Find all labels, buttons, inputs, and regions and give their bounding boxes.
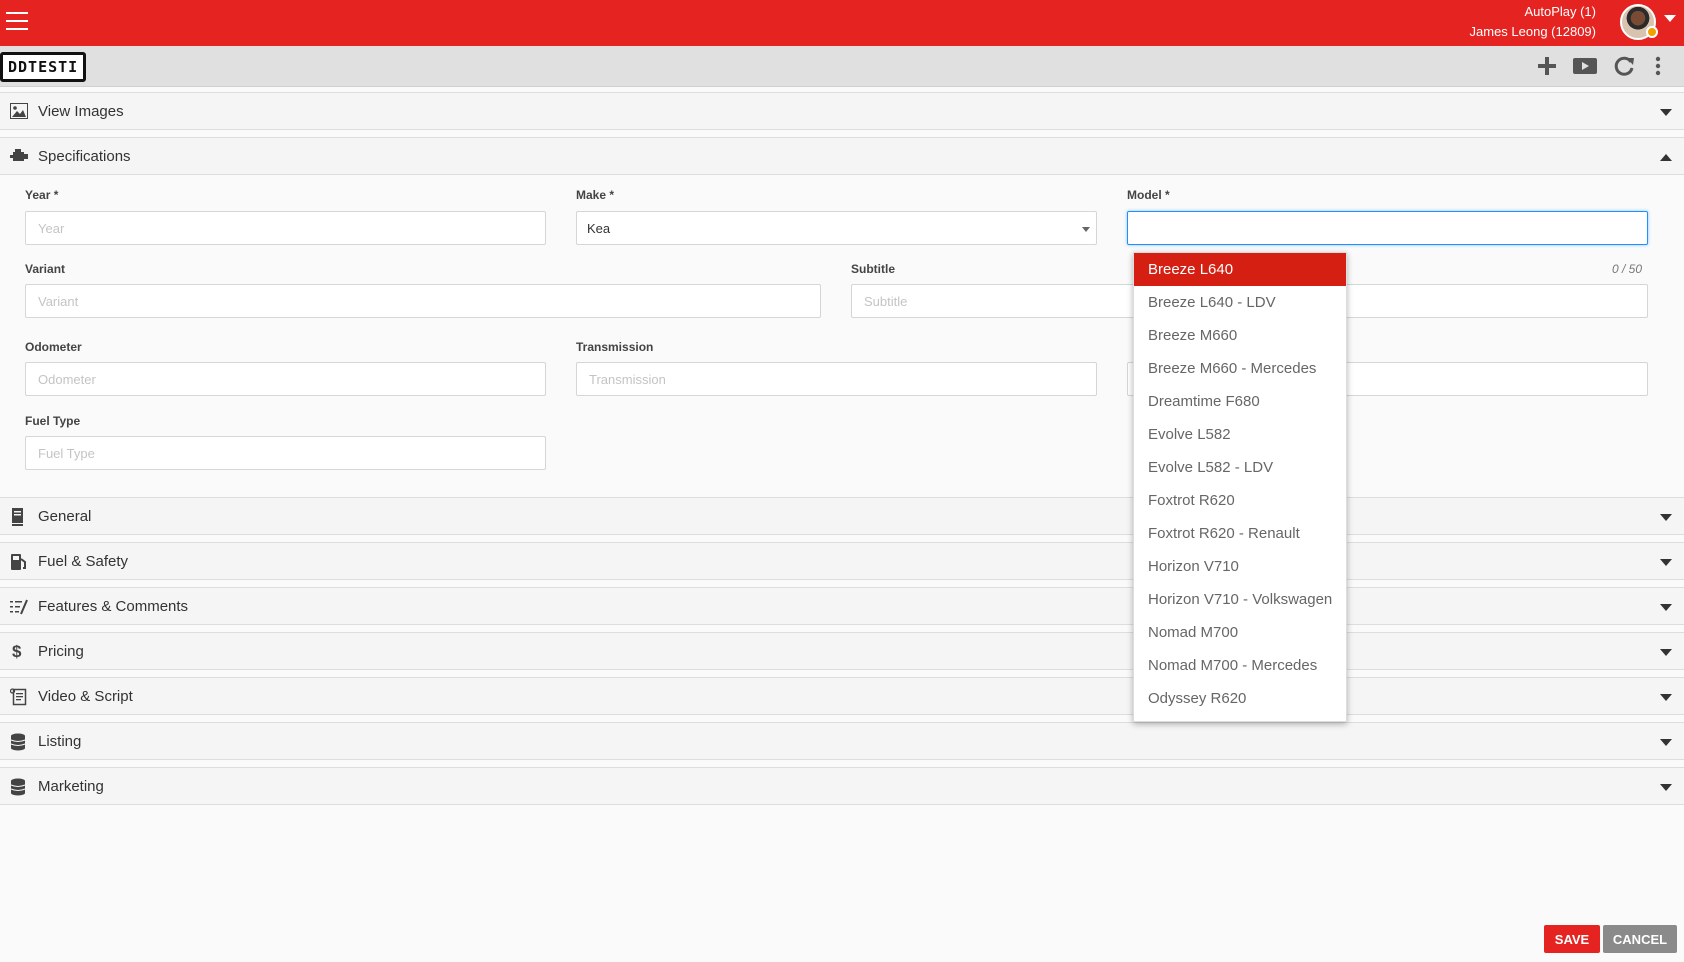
panel-video-script[interactable]: Video & Script — [0, 677, 1684, 715]
panel-title: Marketing — [38, 778, 104, 795]
subtitle-char-counter: 0 / 50 — [1611, 262, 1642, 276]
variant-label: Variant — [25, 262, 66, 276]
panel-title: General — [38, 508, 92, 525]
dropdown-option[interactable]: Breeze M660 - Mercedes — [1134, 352, 1346, 385]
chevron-down-icon — [1660, 604, 1672, 611]
dropdown-option[interactable]: Dreamtime F680 — [1134, 385, 1346, 418]
chevron-down-icon — [1660, 559, 1672, 566]
fuel-type-input[interactable] — [25, 436, 546, 470]
script-icon — [9, 688, 28, 706]
panel-title: Fuel & Safety — [38, 553, 129, 570]
select-caret-icon — [1082, 227, 1090, 232]
model-dropdown-list: Breeze L640 Breeze L640 - LDV Breeze M66… — [1133, 252, 1347, 722]
transmission-label: Transmission — [576, 340, 654, 354]
variant-input[interactable] — [25, 284, 821, 318]
hamburger-menu-icon[interactable] — [6, 12, 28, 32]
panel-features-comments[interactable]: Features & Comments — [0, 587, 1684, 625]
year-input[interactable] — [25, 211, 546, 245]
save-button[interactable]: SAVE — [1544, 925, 1600, 953]
model-input[interactable] — [1127, 211, 1648, 245]
refresh-icon[interactable] — [1611, 54, 1637, 78]
dropdown-option[interactable]: Odyssey R620 — [1134, 682, 1346, 715]
panel-title: Video & Script — [38, 688, 133, 705]
dropdown-option[interactable]: Evolve L582 — [1134, 418, 1346, 451]
panel-specifications[interactable]: Specifications — [0, 137, 1684, 175]
dropdown-option[interactable]: Breeze L640 - LDV — [1134, 286, 1346, 319]
dropdown-option[interactable]: Foxtrot R620 — [1134, 484, 1346, 517]
dropdown-option[interactable]: Horizon V710 - Volkswagen — [1134, 583, 1346, 616]
database-icon — [10, 778, 28, 796]
user-menu-caret-icon[interactable] — [1664, 15, 1676, 22]
dollar-icon: $ — [12, 642, 22, 661]
chevron-down-icon — [1660, 649, 1672, 656]
chevron-down-icon — [1660, 514, 1672, 521]
top-bar: AutoPlay (1) James Leong (12809) — [0, 0, 1684, 46]
panel-title: Features & Comments — [38, 598, 189, 615]
year-label: Year * — [25, 188, 59, 202]
subtitle-label: Subtitle — [851, 262, 895, 276]
dropdown-option[interactable]: Evolve L582 - LDV — [1134, 451, 1346, 484]
make-select[interactable]: Kea — [576, 211, 1097, 245]
plus-icon[interactable] — [1534, 54, 1560, 78]
panel-title: Pricing — [38, 643, 84, 660]
chevron-down-icon — [1660, 109, 1672, 116]
checklist-edit-icon — [10, 598, 28, 616]
user-info[interactable]: AutoPlay (1) James Leong (12809) — [1470, 2, 1596, 42]
odometer-label: Odometer — [25, 340, 82, 354]
make-selected-value: Kea — [587, 221, 611, 236]
more-vertical-icon[interactable] — [1652, 54, 1664, 78]
panel-pricing[interactable]: $ Pricing — [0, 632, 1684, 670]
transmission-input[interactable] — [576, 362, 1097, 396]
fuel-pump-icon — [10, 553, 28, 571]
chevron-down-icon — [1660, 739, 1672, 746]
panel-listing[interactable]: Listing — [0, 722, 1684, 760]
odometer-input[interactable] — [25, 362, 546, 396]
dropdown-option[interactable]: Nomad M700 - Mercedes — [1134, 649, 1346, 682]
database-icon — [10, 733, 28, 751]
document-icon — [10, 508, 28, 526]
app-line: AutoPlay (1) — [1524, 4, 1596, 19]
panel-title: View Images — [38, 103, 124, 120]
dropdown-option[interactable]: Foxtrot R620 - Renault — [1134, 517, 1346, 550]
image-icon — [10, 103, 28, 121]
chevron-down-icon — [1660, 784, 1672, 791]
dropdown-option[interactable]: Horizon V710 — [1134, 550, 1346, 583]
toolbar: DDTESTI — [0, 46, 1684, 87]
user-line: James Leong (12809) — [1469, 24, 1596, 39]
dropdown-option[interactable]: Breeze M660 — [1134, 319, 1346, 352]
panel-marketing[interactable]: Marketing — [0, 767, 1684, 805]
chevron-up-icon — [1660, 154, 1672, 161]
make-label: Make * — [576, 188, 615, 202]
cancel-button[interactable]: CANCEL — [1603, 925, 1677, 953]
dealer-logo: DDTESTI — [0, 52, 87, 82]
panel-title: Specifications — [38, 148, 131, 165]
panel-general[interactable]: General — [0, 497, 1684, 535]
presence-status-dot — [1646, 26, 1658, 38]
model-label: Model * — [1127, 188, 1170, 202]
fuel-type-label: Fuel Type — [25, 414, 81, 428]
chevron-down-icon — [1660, 694, 1672, 701]
panel-view-images[interactable]: View Images — [0, 92, 1684, 130]
video-icon[interactable] — [1572, 54, 1598, 78]
panel-fuel-safety[interactable]: Fuel & Safety — [0, 542, 1684, 580]
dropdown-option[interactable]: Nomad M700 — [1134, 616, 1346, 649]
dropdown-option[interactable]: Breeze L640 — [1134, 253, 1346, 286]
engine-icon — [10, 148, 28, 166]
panel-title: Listing — [38, 733, 82, 750]
